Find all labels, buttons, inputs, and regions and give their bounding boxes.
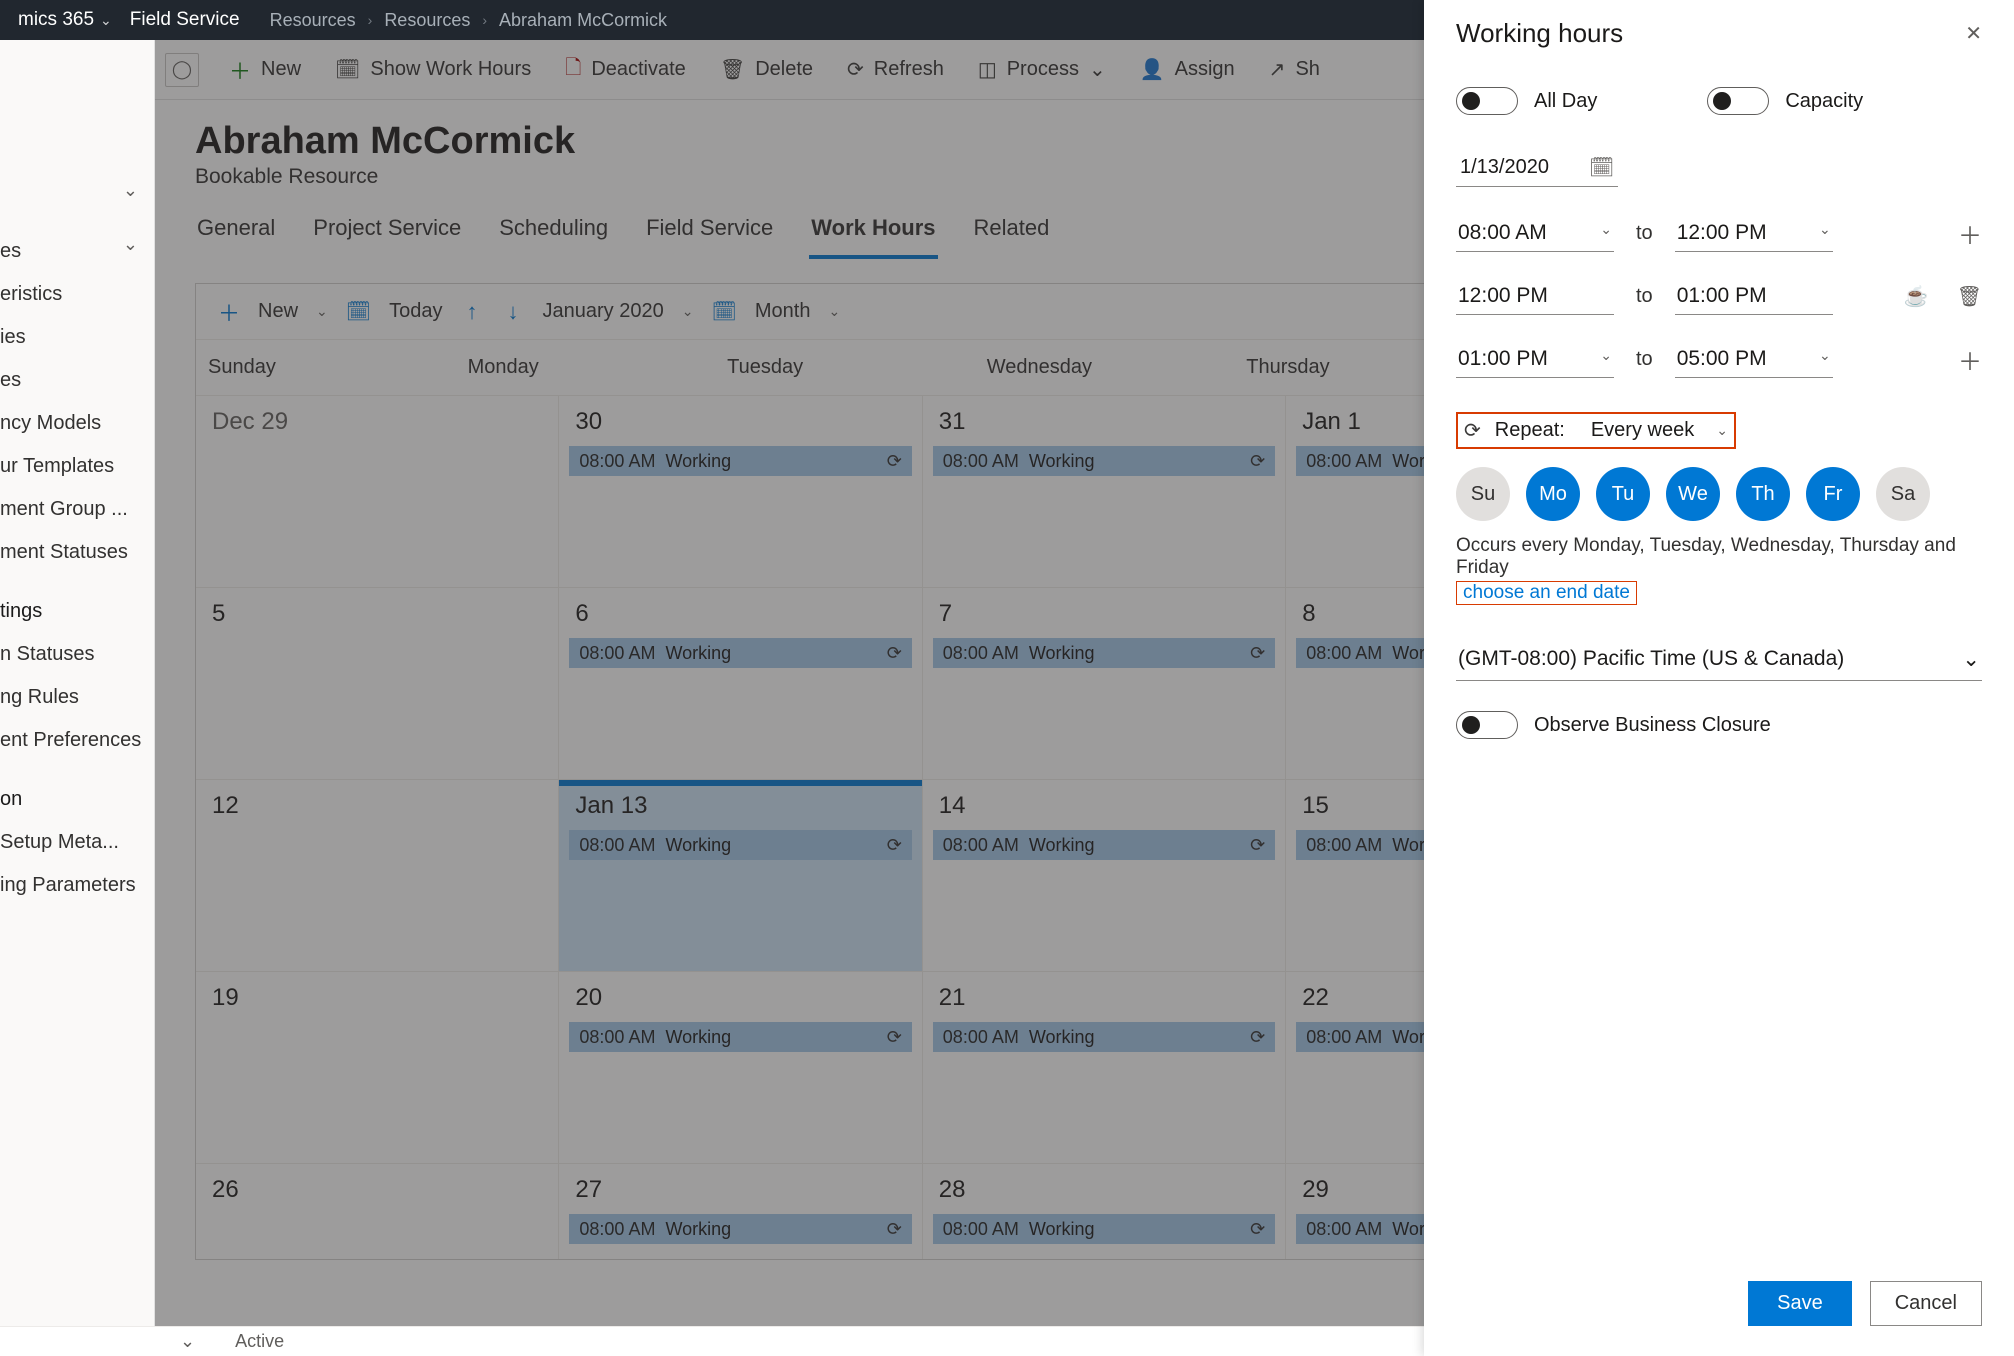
- left-sidebar: ⌄ ⌄ es eristics ies es ncy Models ur Tem…: [0, 40, 155, 1356]
- chevron-right-icon: ›: [368, 12, 373, 28]
- choose-end-date-link[interactable]: choose an end date: [1456, 581, 1637, 605]
- observe-closure-toggle[interactable]: [1456, 711, 1518, 739]
- coffee-icon[interactable]: ☕: [1904, 284, 1929, 309]
- area-name[interactable]: Field Service: [130, 9, 240, 31]
- to-label: to: [1636, 285, 1653, 308]
- time-range-row: 01:00 PM⌄ to 05:00 PM⌄ ＋: [1456, 341, 1982, 378]
- repeat-label: Repeat:: [1495, 419, 1565, 442]
- sidebar-item[interactable]: es: [0, 359, 154, 402]
- status-value: Active: [235, 1331, 284, 1352]
- sidebar-item[interactable]: ies: [0, 316, 154, 359]
- all-day-label: All Day: [1534, 90, 1597, 113]
- sidebar-item[interactable]: Setup Meta...: [0, 821, 154, 864]
- chevron-down-icon[interactable]: ⌄: [0, 234, 150, 255]
- date-field[interactable]: 1/13/2020 🗓: [1456, 149, 1618, 187]
- weekday-toggle[interactable]: Mo: [1526, 467, 1580, 521]
- time-to-select[interactable]: 12:00 PM⌄: [1675, 215, 1833, 252]
- app-name[interactable]: mics 365 ⌄: [18, 9, 112, 31]
- sidebar-item[interactable]: ng Rules: [0, 676, 154, 719]
- plus-icon[interactable]: ＋: [1958, 342, 1982, 377]
- calendar-icon[interactable]: 🗓: [1589, 155, 1614, 180]
- chevron-down-icon[interactable]: ⌄: [0, 180, 150, 201]
- chevron-down-icon: ⌄: [100, 12, 112, 29]
- crumb[interactable]: Resources: [270, 10, 356, 31]
- time-to-select[interactable]: 01:00 PM: [1675, 278, 1833, 315]
- sidebar-item[interactable]: ment Group ...: [0, 488, 154, 531]
- status-caret-icon[interactable]: ⌄: [180, 1331, 195, 1352]
- sidebar-item[interactable]: ncy Models: [0, 402, 154, 445]
- sidebar-item[interactable]: ment Statuses: [0, 531, 154, 574]
- trash-icon[interactable]: 🗑: [1957, 284, 1982, 309]
- time-from-select[interactable]: 01:00 PM⌄: [1456, 341, 1614, 378]
- weekday-toggle[interactable]: We: [1666, 467, 1720, 521]
- save-button[interactable]: Save: [1748, 1281, 1852, 1326]
- chevron-down-icon: ⌄: [1962, 647, 1980, 672]
- to-label: to: [1636, 348, 1653, 371]
- weekday-toggle[interactable]: Su: [1456, 467, 1510, 521]
- repeat-field[interactable]: ⟳ Repeat: Every week ⌄: [1456, 412, 1736, 449]
- time-from-select[interactable]: 12:00 PM: [1456, 278, 1614, 315]
- weekday-toggle[interactable]: Fr: [1806, 467, 1860, 521]
- repeat-value: Every week: [1591, 419, 1694, 442]
- chevron-down-icon: ⌄: [1716, 422, 1728, 439]
- sidebar-heading: on: [0, 762, 154, 821]
- cancel-button[interactable]: Cancel: [1870, 1281, 1982, 1326]
- breadcrumb: Resources › Resources › Abraham McCormic…: [270, 10, 667, 31]
- weekday-toggle[interactable]: Tu: [1596, 467, 1650, 521]
- time-to-select[interactable]: 05:00 PM⌄: [1675, 341, 1833, 378]
- working-hours-panel: Working hours ✕ All Day Capacity 1/13/20…: [1424, 0, 2014, 1356]
- capacity-label: Capacity: [1785, 90, 1863, 113]
- sidebar-item[interactable]: ing Parameters: [0, 864, 154, 907]
- timezone-value: (GMT-08:00) Pacific Time (US & Canada): [1458, 647, 1844, 672]
- weekday-toggle[interactable]: Sa: [1876, 467, 1930, 521]
- timezone-select[interactable]: (GMT-08:00) Pacific Time (US & Canada) ⌄: [1456, 639, 1982, 681]
- sidebar-heading: tings: [0, 574, 154, 633]
- all-day-toggle[interactable]: [1456, 87, 1518, 115]
- sidebar-item[interactable]: n Statuses: [0, 633, 154, 676]
- weekday-toggle[interactable]: Th: [1736, 467, 1790, 521]
- sidebar-item[interactable]: ent Preferences: [0, 719, 154, 762]
- panel-title: Working hours: [1456, 18, 1623, 49]
- occurs-text: Occurs every Monday, Tuesday, Wednesday,…: [1456, 535, 1982, 579]
- chevron-right-icon: ›: [482, 12, 487, 28]
- time-range-row: 12:00 PM to 01:00 PM ☕ 🗑: [1456, 278, 1982, 315]
- crumb[interactable]: Abraham McCormick: [499, 10, 667, 31]
- to-label: to: [1636, 222, 1653, 245]
- observe-closure-label: Observe Business Closure: [1534, 714, 1771, 737]
- date-value: 1/13/2020: [1460, 156, 1549, 179]
- sidebar-item[interactable]: eristics: [0, 273, 154, 316]
- sidebar-item[interactable]: ur Templates: [0, 445, 154, 488]
- weekday-picker: Su Mo Tu We Th Fr Sa: [1456, 467, 1982, 521]
- time-range-row: 08:00 AM⌄ to 12:00 PM⌄ ＋: [1456, 215, 1982, 252]
- app-label: mics 365: [18, 9, 94, 31]
- crumb[interactable]: Resources: [384, 10, 470, 31]
- capacity-toggle[interactable]: [1707, 87, 1769, 115]
- close-icon[interactable]: ✕: [1965, 21, 1982, 46]
- repeat-icon: ⟳: [1464, 418, 1481, 443]
- time-from-select[interactable]: 08:00 AM⌄: [1456, 215, 1614, 252]
- plus-icon[interactable]: ＋: [1958, 216, 1982, 251]
